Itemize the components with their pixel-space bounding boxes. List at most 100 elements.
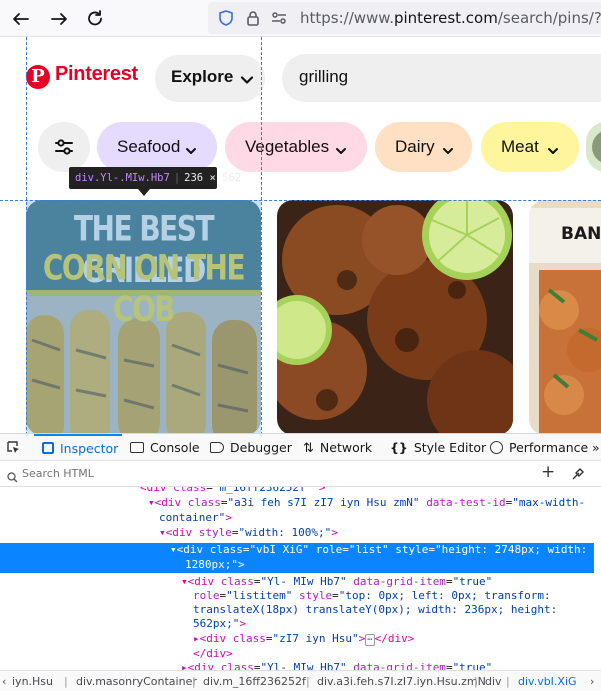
- search-input[interactable]: grilling: [282, 54, 601, 102]
- markup-line: container">: [159, 511, 232, 524]
- tab-label: Performance: [509, 440, 589, 455]
- explore-label: Explore: [171, 67, 234, 86]
- inspector-guide-right: [261, 37, 262, 435]
- pick-element-icon[interactable]: [6, 440, 21, 459]
- markup-line[interactable]: ▾<div class="Yl- MIw Hb7" data-grid-item…: [181, 575, 492, 590]
- debugger-icon: [210, 442, 224, 453]
- breadcrumb-separator: |: [64, 675, 68, 688]
- tab-label: Network: [319, 440, 373, 455]
- breadcrumb-item[interactable]: div.m_16ff236252f: [203, 671, 306, 691]
- console-icon: [130, 442, 144, 453]
- inspector-tooltip: div.Yl-.MIw.Hb7 | 236 × 562: [69, 167, 241, 189]
- markup-line[interactable]: ▾<div class="a3i feh s7I zI7 iyn Hsu zmN…: [148, 496, 585, 511]
- filter-label: Dairy: [395, 137, 435, 156]
- pin-title: BANG: [561, 224, 601, 244]
- breadcrumb-item[interactable]: div.a3i.feh.s7I.zI7.iyn.Hsu.zmN: [317, 671, 486, 691]
- tooltip-arrow: [138, 189, 150, 196]
- tab-label: Inspector: [60, 441, 119, 456]
- search-value: grilling: [299, 67, 349, 86]
- devtools-panel: Inspector Console Debugger ⇅ Network {} St…: [0, 433, 601, 691]
- chevron-down-icon: [240, 72, 254, 91]
- tooltip-selector: div.Yl-.MIw.Hb7: [75, 172, 170, 184]
- tab-style-editor[interactable]: {} Style Editor: [390, 434, 486, 461]
- markup-line[interactable]: <div class="m_16ff236252f" >: [140, 487, 325, 496]
- breadcrumb: ‹ iyn.Hsu | div.masonryContainer | div.m…: [0, 670, 601, 691]
- markup-line[interactable]: ▸<div class="zI7 iyn Hsu"> ⋯ </div>: [193, 632, 414, 648]
- more-tabs-icon[interactable]: »: [592, 434, 600, 461]
- forward-arrow-icon[interactable]: [46, 6, 72, 32]
- shield-icon[interactable]: [217, 9, 235, 27]
- breadcrumb-separator: |: [306, 675, 310, 688]
- tooltip-size: 236 × 562: [184, 172, 242, 184]
- add-node-icon[interactable]: +: [541, 462, 555, 482]
- inspector-icon: [42, 442, 54, 454]
- markup-line: </div>: [193, 647, 233, 660]
- lock-icon[interactable]: [244, 9, 262, 27]
- gauge-icon: [490, 441, 503, 454]
- breadcrumb-separator: |: [506, 675, 510, 688]
- pinterest-logo-text[interactable]: Pinterest: [55, 63, 138, 86]
- filter-pill-vegetables[interactable]: Vegetables: [225, 122, 367, 172]
- back-arrow-icon[interactable]: [8, 6, 34, 32]
- devtools-tabbar: Inspector Console Debugger ⇅ Network {} St…: [0, 434, 601, 461]
- inspector-guide-left: [26, 37, 27, 435]
- filter-pill-more[interactable]: [586, 122, 601, 172]
- search-placeholder: Search HTML: [22, 467, 94, 480]
- chevron-down-icon: [335, 142, 347, 161]
- tab-label: Debugger: [230, 440, 292, 455]
- breadcrumb-item[interactable]: div.vbI.XiG: [518, 671, 577, 691]
- tab-network[interactable]: ⇅ Network: [303, 434, 372, 461]
- inspector-guide-horizontal: [0, 200, 601, 201]
- breadcrumb-item[interactable]: iyn.Hsu: [12, 671, 53, 691]
- filter-pill-meat[interactable]: Meat: [481, 122, 579, 172]
- browser-toolbar: https://www.pinterest.com/search/pins/?q…: [0, 0, 601, 37]
- breadcrumb-separator: |: [192, 675, 196, 688]
- eyedropper-icon[interactable]: [571, 466, 585, 485]
- breadcrumb-separator: |: [474, 675, 478, 688]
- explore-button[interactable]: Explore: [155, 55, 265, 102]
- reload-icon[interactable]: [82, 6, 108, 32]
- breadcrumb-item[interactable]: div.masonryContainer: [76, 671, 197, 691]
- tab-performance[interactable]: Performance: [490, 434, 588, 461]
- chevron-down-icon: [185, 142, 197, 161]
- pin-card-bang[interactable]: BANG: [529, 200, 601, 435]
- tab-console[interactable]: Console: [130, 434, 200, 461]
- search-icon: [7, 468, 18, 487]
- tab-label: Console: [150, 440, 200, 455]
- chevron-down-icon: [442, 142, 454, 161]
- breadcrumb-forward-icon[interactable]: ›: [590, 671, 594, 691]
- filter-label: Meat: [501, 137, 539, 156]
- markup-line: ▾<div class="vbI XiG" role="list" style=…: [170, 543, 588, 556]
- markup-line[interactable]: ▾<div style="width: 100%;">: [159, 526, 338, 541]
- filter-label: Seafood: [117, 137, 181, 156]
- braces-icon: {}: [390, 440, 408, 455]
- sliders-icon: [53, 136, 75, 162]
- url-bar[interactable]: https://www.pinterest.com/search/pins/?q…: [208, 2, 601, 34]
- markup-view: <div class="m_16ff236252f" > ▾<div class…: [0, 487, 601, 670]
- search-html-input[interactable]: Search HTML +: [0, 461, 601, 487]
- pinterest-logo-icon[interactable]: P: [26, 65, 50, 89]
- breadcrumb-back-icon[interactable]: ‹: [2, 671, 6, 691]
- pin-card-grilled-shrimp[interactable]: [277, 200, 513, 435]
- tab-inspector[interactable]: Inspector: [34, 434, 122, 461]
- inspector-highlight: [26, 200, 261, 435]
- markup-line: translateX(18px) translateY(0px); width:…: [193, 603, 558, 616]
- markup-line: role="listitem" style="top: 0px; left: 0…: [193, 589, 551, 602]
- permissions-icon[interactable]: [270, 9, 288, 27]
- tab-label: Style Editor: [413, 440, 487, 455]
- grilled-shrimp-image: [277, 200, 513, 435]
- filter-pill-seafood[interactable]: Seafood: [97, 122, 217, 172]
- chevron-down-icon: [547, 142, 559, 161]
- network-arrows-icon: ⇅: [303, 441, 314, 456]
- thumbnail-image: [592, 130, 601, 164]
- tab-debugger[interactable]: Debugger: [210, 434, 292, 461]
- url-text: https://www.pinterest.com/search/pins/?q…: [300, 9, 601, 27]
- filter-settings-button[interactable]: [38, 122, 90, 172]
- breadcrumb-item[interactable]: div: [485, 671, 502, 691]
- filter-label: Vegetables: [245, 137, 330, 156]
- markup-line: 1280px;">: [185, 558, 245, 571]
- filter-pill-dairy[interactable]: Dairy: [375, 122, 472, 172]
- markup-line[interactable]: ▸<div class="Yl- MIw Hb7" data-grid-item…: [181, 661, 492, 670]
- selected-node-row[interactable]: ▾<div class="vbI XiG" role="list" style=…: [0, 543, 594, 573]
- markup-line: 562px;">: [193, 617, 246, 630]
